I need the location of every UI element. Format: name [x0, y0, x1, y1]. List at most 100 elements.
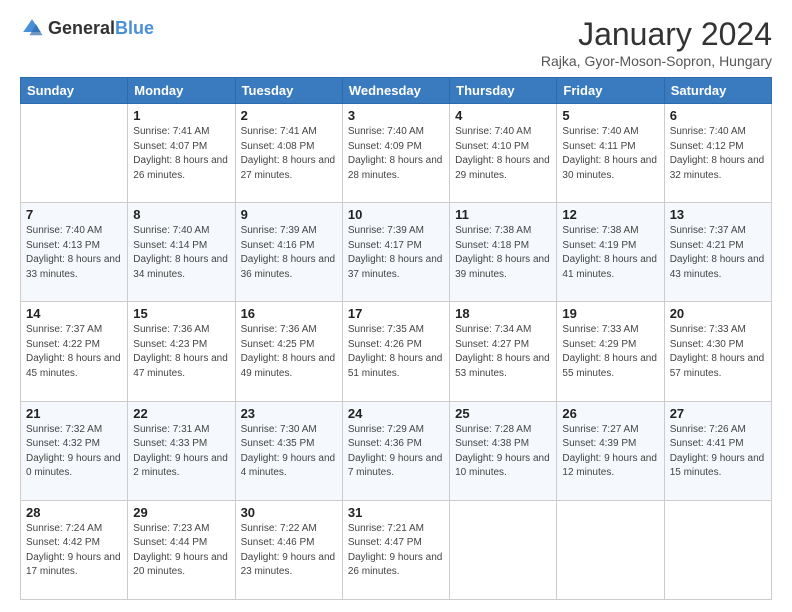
table-row: 22 Sunrise: 7:31 AMSunset: 4:33 PMDayligh…	[128, 401, 235, 500]
day-info: Sunrise: 7:36 AMSunset: 4:23 PMDaylight:…	[133, 323, 229, 381]
day-info: Sunrise: 7:27 AMSunset: 4:39 PMDaylight:…	[562, 423, 658, 481]
day-info: Sunrise: 7:34 AMSunset: 4:27 PMDaylight:…	[455, 323, 551, 381]
day-number: 25	[455, 406, 551, 421]
logo: GeneralBlue	[20, 16, 154, 40]
col-saturday: Saturday	[664, 78, 771, 104]
day-number: 8	[133, 207, 229, 222]
day-info: Sunrise: 7:36 AMSunset: 4:25 PMDaylight:…	[241, 323, 337, 381]
day-number: 30	[241, 505, 337, 520]
table-row: 12Sunrise: 7:38 AMSunset: 4:19 PMDayligh…	[557, 203, 664, 302]
col-wednesday: Wednesday	[342, 78, 449, 104]
calendar-week-3: 21 Sunrise: 7:32 AMSunset: 4:32 PMDayligh…	[21, 401, 772, 500]
day-info: Sunrise: 7:22 AMSunset: 4:46 PMDaylight:…	[241, 522, 337, 580]
day-number: 31	[348, 505, 444, 520]
day-info: Sunrise: 7:38 AMSunset: 4:18 PMDaylight:…	[455, 224, 551, 282]
day-info: Sunrise: 7:32 AMSunset: 4:32 PMDaylight:…	[26, 423, 122, 481]
table-row: 15Sunrise: 7:36 AMSunset: 4:23 PMDayligh…	[128, 302, 235, 401]
table-row: 3 Sunrise: 7:40 AMSunset: 4:09 PMDaylight…	[342, 104, 449, 203]
day-number: 7	[26, 207, 122, 222]
table-row: 23Sunrise: 7:30 AMSunset: 4:35 PMDayligh…	[235, 401, 342, 500]
day-info: Sunrise: 7:33 AMSunset: 4:29 PMDaylight:…	[562, 323, 658, 381]
title-block: January 2024 Rajka, Gyor-Moson-Sopron, H…	[541, 16, 772, 69]
table-row: 21 Sunrise: 7:32 AMSunset: 4:32 PMDayligh…	[21, 401, 128, 500]
day-number: 5	[562, 108, 658, 123]
day-info: Sunrise: 7:26 AMSunset: 4:41 PMDaylight:…	[670, 423, 766, 481]
day-info: Sunrise: 7:40 AMSunset: 4:13 PMDaylight:…	[26, 224, 122, 282]
day-number: 17	[348, 306, 444, 321]
logo-blue: Blue	[115, 18, 154, 38]
table-row: 28 Sunrise: 7:24 AMSunset: 4:42 PMDayligh…	[21, 500, 128, 599]
day-number: 22	[133, 406, 229, 421]
table-row: 9 Sunrise: 7:39 AMSunset: 4:16 PMDaylight…	[235, 203, 342, 302]
location-title: Rajka, Gyor-Moson-Sopron, Hungary	[541, 53, 772, 69]
calendar-week-0: 1Sunrise: 7:41 AMSunset: 4:07 PMDaylight…	[21, 104, 772, 203]
day-number: 20	[670, 306, 766, 321]
table-row: 18Sunrise: 7:34 AMSunset: 4:27 PMDayligh…	[450, 302, 557, 401]
day-number: 4	[455, 108, 551, 123]
day-info: Sunrise: 7:40 AMSunset: 4:11 PMDaylight:…	[562, 125, 658, 183]
day-info: Sunrise: 7:41 AMSunset: 4:07 PMDaylight:…	[133, 125, 229, 183]
day-info: Sunrise: 7:39 AMSunset: 4:17 PMDaylight:…	[348, 224, 444, 282]
day-info: Sunrise: 7:35 AMSunset: 4:26 PMDaylight:…	[348, 323, 444, 381]
day-info: Sunrise: 7:40 AMSunset: 4:14 PMDaylight:…	[133, 224, 229, 282]
day-info: Sunrise: 7:37 AMSunset: 4:21 PMDaylight:…	[670, 224, 766, 282]
table-row: 4 Sunrise: 7:40 AMSunset: 4:10 PMDaylight…	[450, 104, 557, 203]
day-info: Sunrise: 7:40 AMSunset: 4:12 PMDaylight:…	[670, 125, 766, 183]
table-row: 1Sunrise: 7:41 AMSunset: 4:07 PMDaylight…	[128, 104, 235, 203]
table-row	[21, 104, 128, 203]
logo-text: GeneralBlue	[48, 18, 154, 39]
table-row	[664, 500, 771, 599]
day-number: 28	[26, 505, 122, 520]
col-sunday: Sunday	[21, 78, 128, 104]
day-number: 13	[670, 207, 766, 222]
month-title: January 2024	[541, 16, 772, 53]
table-row: 31Sunrise: 7:21 AMSunset: 4:47 PMDayligh…	[342, 500, 449, 599]
col-friday: Friday	[557, 78, 664, 104]
col-tuesday: Tuesday	[235, 78, 342, 104]
table-row: 8 Sunrise: 7:40 AMSunset: 4:14 PMDaylight…	[128, 203, 235, 302]
day-info: Sunrise: 7:24 AMSunset: 4:42 PMDaylight:…	[26, 522, 122, 580]
calendar-page: GeneralBlue January 2024 Rajka, Gyor-Mos…	[0, 0, 792, 612]
table-row: 25 Sunrise: 7:28 AMSunset: 4:38 PMDayligh…	[450, 401, 557, 500]
table-row: 24Sunrise: 7:29 AMSunset: 4:36 PMDayligh…	[342, 401, 449, 500]
table-row: 16Sunrise: 7:36 AMSunset: 4:25 PMDayligh…	[235, 302, 342, 401]
header-row: Sunday Monday Tuesday Wednesday Thursday…	[21, 78, 772, 104]
day-info: Sunrise: 7:23 AMSunset: 4:44 PMDaylight:…	[133, 522, 229, 580]
day-number: 21	[26, 406, 122, 421]
day-info: Sunrise: 7:40 AMSunset: 4:10 PMDaylight:…	[455, 125, 551, 183]
table-row: 17 Sunrise: 7:35 AMSunset: 4:26 PMDayligh…	[342, 302, 449, 401]
day-info: Sunrise: 7:41 AMSunset: 4:08 PMDaylight:…	[241, 125, 337, 183]
day-info: Sunrise: 7:39 AMSunset: 4:16 PMDaylight:…	[241, 224, 337, 282]
table-row: 19 Sunrise: 7:33 AMSunset: 4:29 PMDayligh…	[557, 302, 664, 401]
calendar-week-1: 7 Sunrise: 7:40 AMSunset: 4:13 PMDaylight…	[21, 203, 772, 302]
table-row: 27 Sunrise: 7:26 AMSunset: 4:41 PMDayligh…	[664, 401, 771, 500]
day-number: 19	[562, 306, 658, 321]
day-number: 9	[241, 207, 337, 222]
day-number: 24	[348, 406, 444, 421]
day-number: 27	[670, 406, 766, 421]
day-number: 6	[670, 108, 766, 123]
col-monday: Monday	[128, 78, 235, 104]
day-number: 23	[241, 406, 337, 421]
day-number: 26	[562, 406, 658, 421]
table-row: 11 Sunrise: 7:38 AMSunset: 4:18 PMDayligh…	[450, 203, 557, 302]
day-info: Sunrise: 7:28 AMSunset: 4:38 PMDaylight:…	[455, 423, 551, 481]
day-number: 2	[241, 108, 337, 123]
table-row: 2 Sunrise: 7:41 AMSunset: 4:08 PMDaylight…	[235, 104, 342, 203]
day-info: Sunrise: 7:40 AMSunset: 4:09 PMDaylight:…	[348, 125, 444, 183]
logo-icon	[20, 16, 44, 40]
day-number: 12	[562, 207, 658, 222]
calendar-week-4: 28 Sunrise: 7:24 AMSunset: 4:42 PMDayligh…	[21, 500, 772, 599]
day-info: Sunrise: 7:31 AMSunset: 4:33 PMDaylight:…	[133, 423, 229, 481]
day-number: 3	[348, 108, 444, 123]
day-number: 11	[455, 207, 551, 222]
col-thursday: Thursday	[450, 78, 557, 104]
day-info: Sunrise: 7:37 AMSunset: 4:22 PMDaylight:…	[26, 323, 122, 381]
table-row: 29Sunrise: 7:23 AMSunset: 4:44 PMDayligh…	[128, 500, 235, 599]
table-row: 20Sunrise: 7:33 AMSunset: 4:30 PMDayligh…	[664, 302, 771, 401]
table-row: 14 Sunrise: 7:37 AMSunset: 4:22 PMDayligh…	[21, 302, 128, 401]
table-row	[557, 500, 664, 599]
day-number: 10	[348, 207, 444, 222]
calendar-week-2: 14 Sunrise: 7:37 AMSunset: 4:22 PMDayligh…	[21, 302, 772, 401]
day-number: 14	[26, 306, 122, 321]
